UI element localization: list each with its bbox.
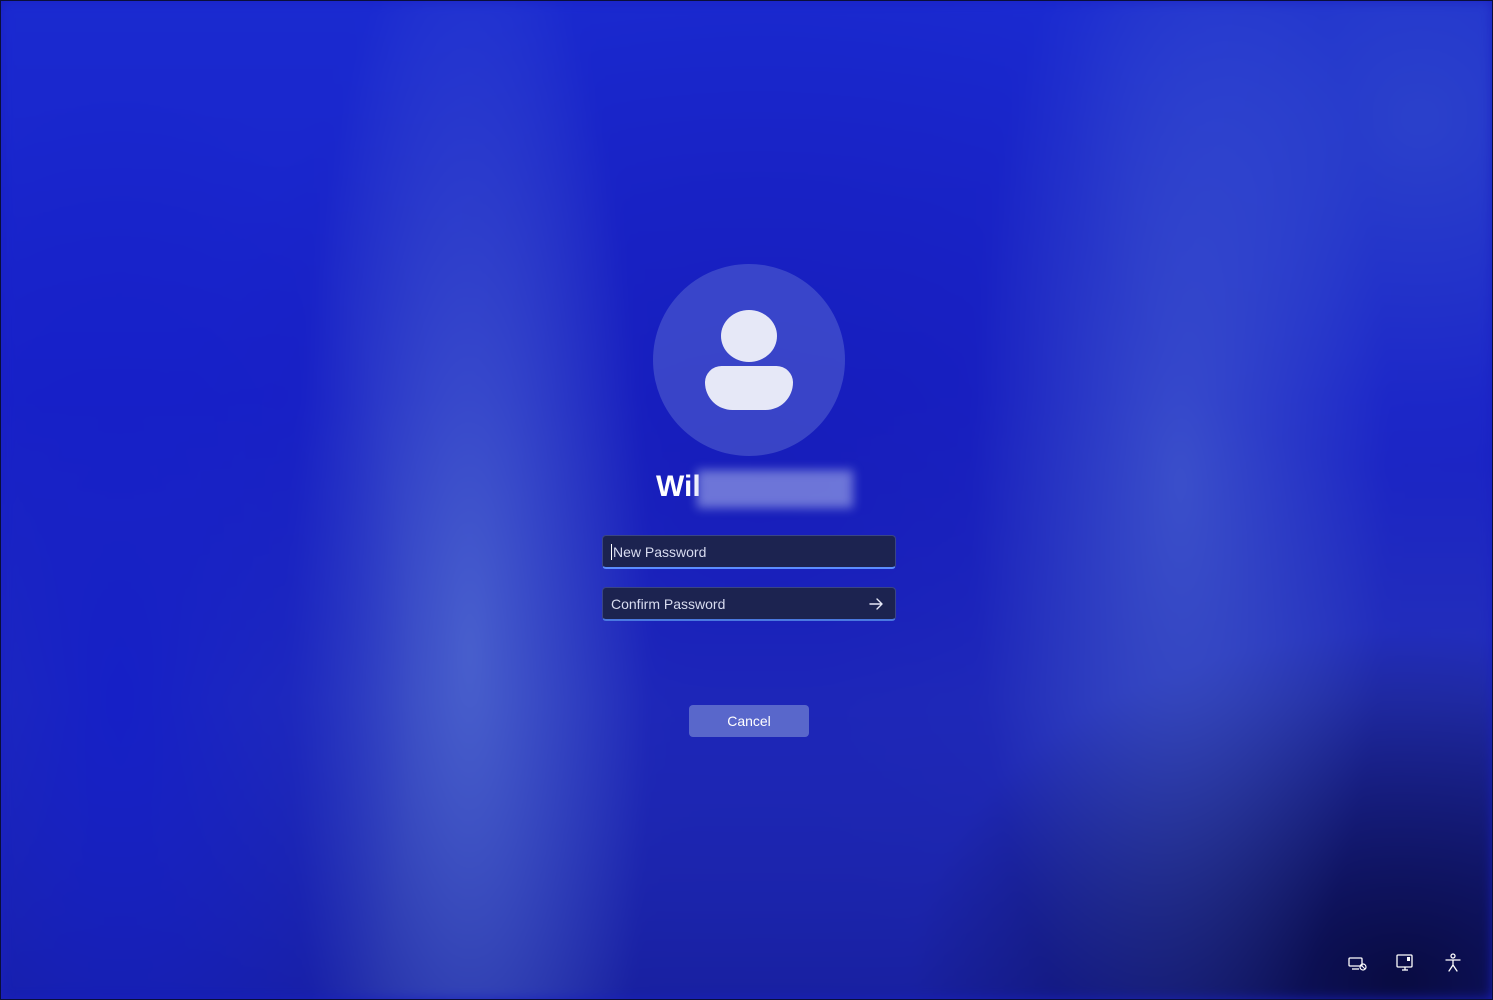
lock-screen: Wil New Password Confirm Password Cancel — [0, 0, 1493, 1000]
confirm-password-placeholder: Confirm Password — [611, 595, 726, 612]
network-icon[interactable] — [1346, 952, 1368, 974]
display-icon[interactable] — [1394, 952, 1416, 974]
confirm-password-field[interactable]: Confirm Password — [602, 587, 896, 621]
accessibility-icon[interactable] — [1442, 952, 1464, 974]
cancel-button[interactable]: Cancel — [689, 705, 809, 737]
new-password-field[interactable]: New Password — [602, 535, 896, 569]
user-avatar — [653, 264, 845, 456]
redacted-name-overlay — [697, 470, 853, 508]
username-label: Wil — [656, 470, 701, 503]
arrow-right-icon[interactable] — [867, 595, 885, 613]
text-caret — [611, 543, 612, 560]
new-password-placeholder: New Password — [613, 543, 707, 560]
